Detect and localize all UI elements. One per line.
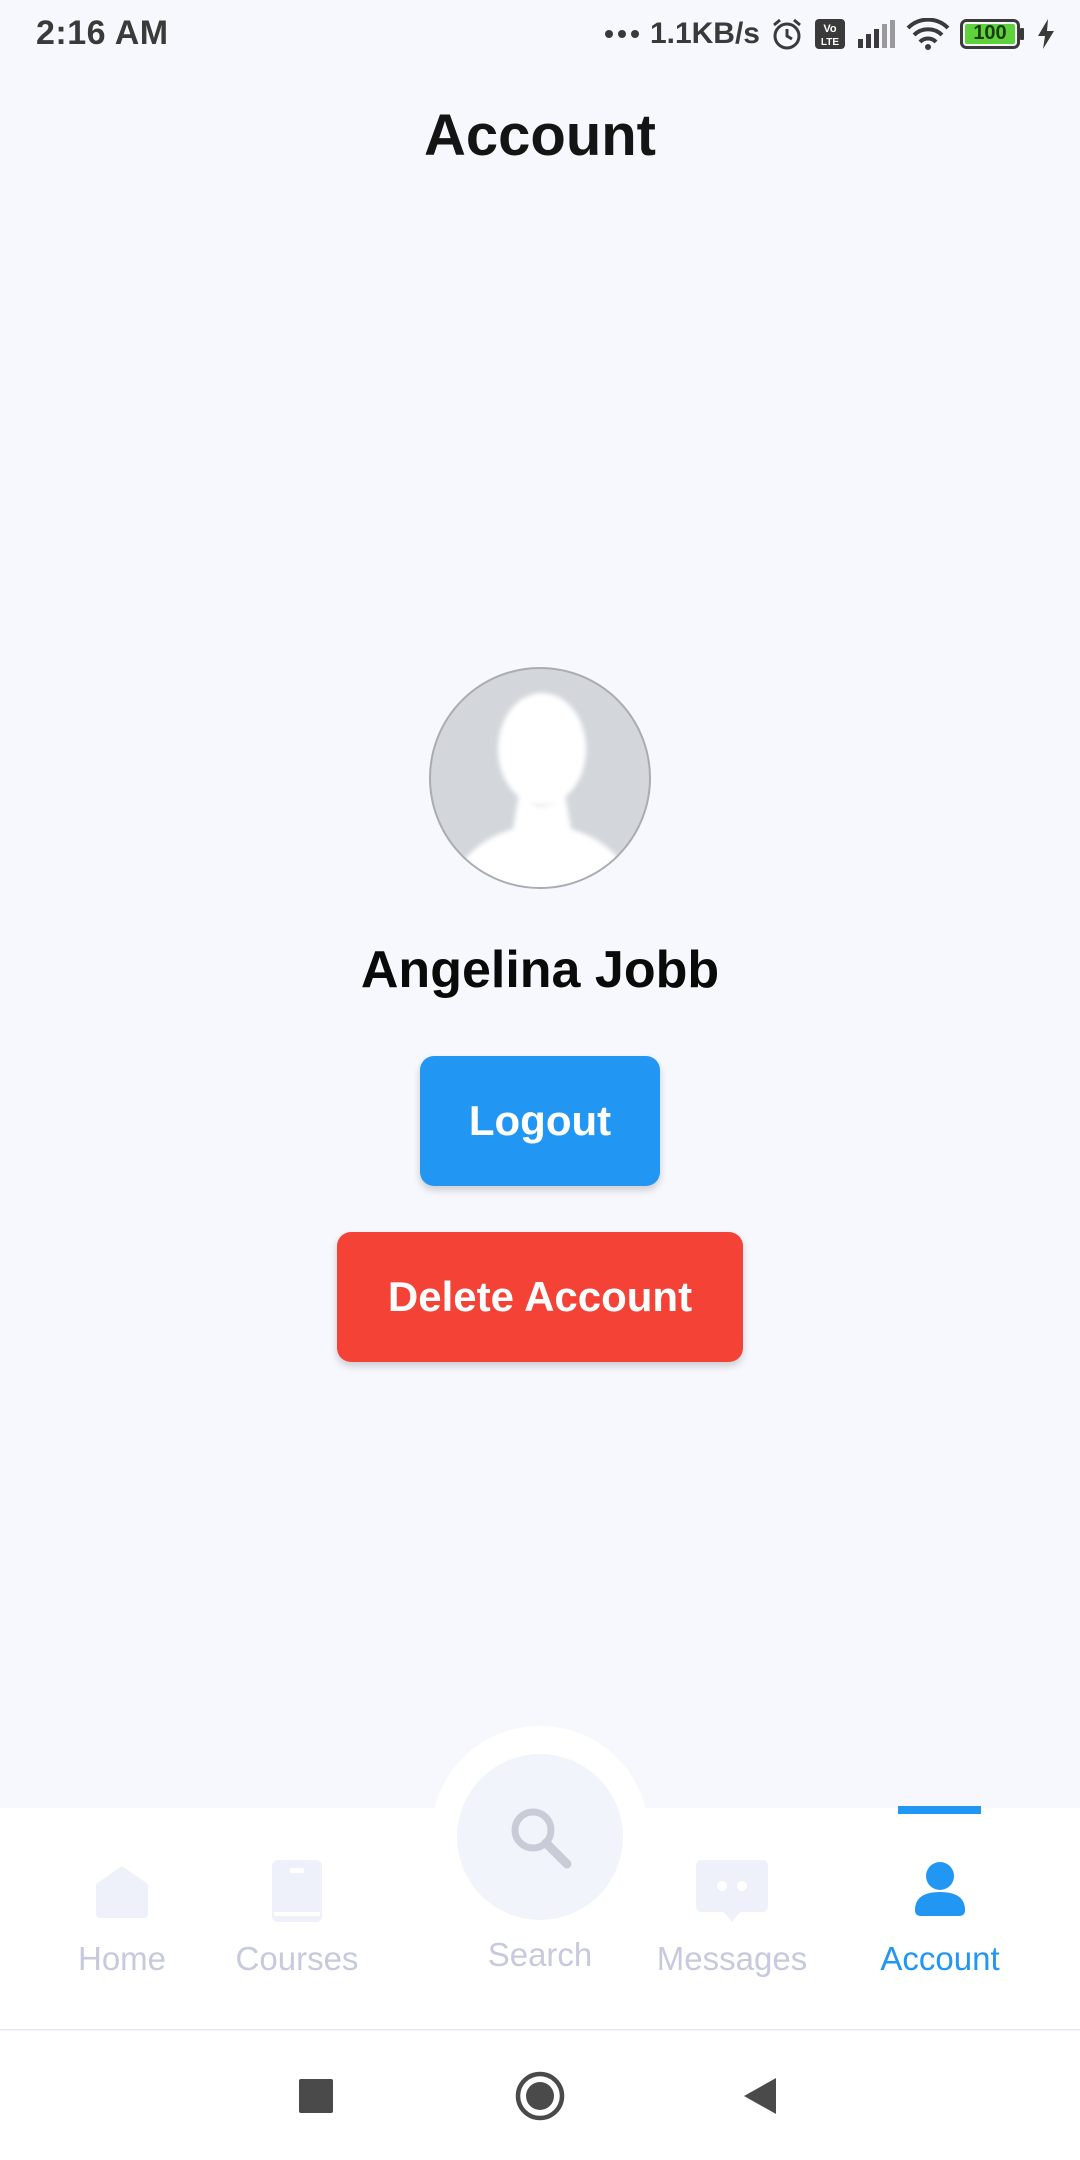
system-nav — [0, 2031, 1080, 2160]
wifi-icon — [906, 18, 950, 50]
home-circle-icon — [515, 2071, 565, 2120]
battery-icon: 100 — [960, 19, 1026, 49]
status-bar: 2:16 AM 1.1KB/s Vo LTE 100 — [0, 0, 1080, 70]
person-silhouette-icon — [449, 693, 635, 887]
back-icon — [744, 2077, 776, 2114]
alarm-icon — [770, 17, 804, 51]
svg-text:Vo: Vo — [823, 23, 837, 35]
back-button[interactable] — [720, 2031, 800, 2160]
volte-icon: Vo LTE — [814, 18, 846, 50]
recents-icon — [299, 2078, 333, 2113]
dots-icon — [604, 29, 640, 39]
chat-icon — [694, 1858, 770, 1929]
nav-label-search: Search — [487, 1936, 593, 1973]
battery-level: 100 — [973, 22, 1007, 44]
page-title: Account — [424, 103, 656, 168]
signal-icon — [856, 19, 896, 49]
nav-label-messages: Messages — [656, 1940, 808, 1977]
nav-label-home: Home — [77, 1940, 167, 1977]
system-home-button[interactable] — [500, 2031, 580, 2160]
nav-item-courses[interactable]: Courses — [222, 1808, 372, 2030]
book-icon — [270, 1858, 324, 1929]
delete-account-button[interactable]: Delete Account — [337, 1232, 743, 1362]
status-time: 2:16 AM — [36, 14, 169, 52]
nav-item-account[interactable]: Account — [868, 1808, 1012, 2030]
logout-button[interactable]: Logout — [420, 1056, 660, 1186]
recents-button[interactable] — [276, 2031, 356, 2160]
nav-item-messages[interactable]: Messages — [652, 1808, 812, 2030]
avatar — [429, 667, 651, 889]
user-name: Angelina Jobb — [360, 941, 720, 999]
network-speed: 1.1KB/s — [649, 17, 760, 50]
svg-text:LTE: LTE — [821, 37, 839, 48]
home-icon — [92, 1862, 152, 1927]
status-icons: 1.1KB/s Vo LTE 100 — [604, 12, 1056, 56]
nav-item-home[interactable]: Home — [62, 1808, 182, 2030]
person-icon — [913, 1860, 967, 1923]
charging-icon — [1036, 18, 1056, 50]
nav-item-search[interactable]: Search — [470, 1808, 610, 2030]
nav-label-courses: Courses — [235, 1940, 359, 1977]
nav-label-account: Account — [880, 1940, 1000, 1977]
